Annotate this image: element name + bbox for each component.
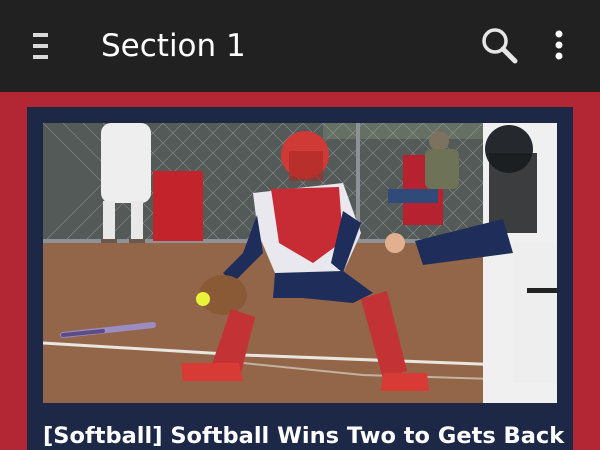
search-icon [482,28,518,64]
article-headline[interactable]: [Softball] Softball Wins Two to Gets Bac… [43,416,573,450]
hamburger-menu-icon [33,33,48,59]
article-photo[interactable] [43,123,557,403]
search-button[interactable] [478,24,522,68]
article-card[interactable]: [Softball] Softball Wins Two to Gets Bac… [27,107,573,450]
overflow-menu-button[interactable] [547,26,571,66]
app-bar: Section 1 [0,0,600,92]
menu-button[interactable] [26,27,56,65]
more-vertical-icon [555,30,563,60]
page-title: Section 1 [101,28,246,64]
